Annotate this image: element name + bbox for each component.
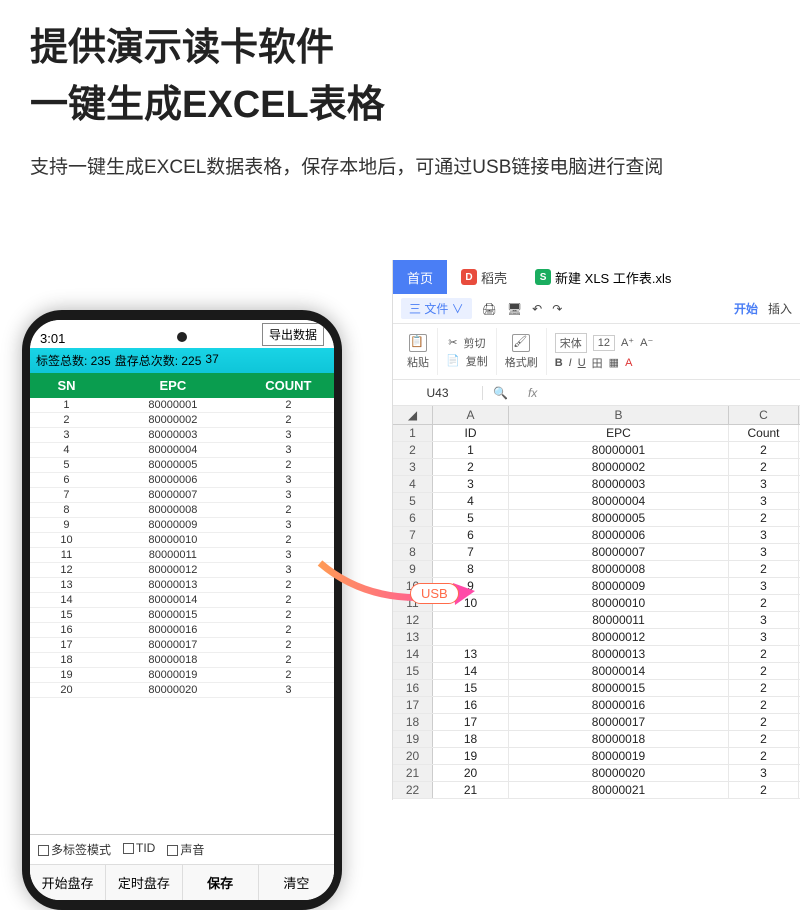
save-button[interactable]: 保存 bbox=[183, 865, 259, 900]
summary-bar: 标签总数: 235 盘存总次数: 225 37 bbox=[30, 348, 334, 373]
increase-font-icon[interactable]: A⁺ bbox=[621, 336, 634, 349]
grid-row: 65800000052 bbox=[393, 510, 800, 527]
options-row: 多标签模式 TID 声音 bbox=[30, 835, 334, 864]
multi-tag-checkbox[interactable]: 多标签模式 bbox=[38, 841, 111, 858]
sheet-icon: S bbox=[535, 269, 551, 285]
sound-checkbox[interactable]: 声音 bbox=[167, 841, 204, 858]
table-row: 15800000152 bbox=[30, 608, 334, 623]
cut-icon[interactable]: ✂ bbox=[448, 336, 457, 349]
docer-icon: D bbox=[461, 269, 477, 285]
decrease-font-icon[interactable]: A⁻ bbox=[640, 336, 653, 349]
italic-button[interactable]: I bbox=[569, 357, 572, 369]
fill-color-icon[interactable]: ▦ bbox=[609, 356, 619, 369]
redo-icon[interactable]: ↷ bbox=[552, 302, 562, 316]
border-icon[interactable]: 田 bbox=[592, 355, 603, 371]
start-button[interactable]: 开始盘存 bbox=[30, 865, 106, 900]
table-row: 13800000132 bbox=[30, 578, 334, 593]
grid-row: 2221800000212 bbox=[393, 782, 800, 799]
grid-row: 1918800000182 bbox=[393, 731, 800, 748]
col-header-a[interactable]: A bbox=[433, 406, 509, 424]
export-button[interactable]: 导出数据 bbox=[262, 323, 324, 346]
underline-button[interactable]: U bbox=[578, 357, 586, 369]
ribbon-start[interactable]: 开始 bbox=[734, 300, 758, 317]
font-select[interactable]: 宋体 bbox=[555, 333, 587, 353]
table-row: 20800000203 bbox=[30, 683, 334, 698]
format-painter-icon[interactable]: 🖌 bbox=[512, 334, 530, 352]
bold-button[interactable]: B bbox=[555, 357, 563, 369]
grid-row: 1716800000162 bbox=[393, 697, 800, 714]
copy-icon[interactable]: 📄 bbox=[446, 354, 460, 367]
usb-badge: USB bbox=[410, 583, 459, 604]
table-row: 6800000063 bbox=[30, 473, 334, 488]
fx-label[interactable]: fx bbox=[518, 386, 547, 400]
table-row: 5800000052 bbox=[30, 458, 334, 473]
table-row: 12800000123 bbox=[30, 563, 334, 578]
table-row: 9800000093 bbox=[30, 518, 334, 533]
ribbon-insert[interactable]: 插入 bbox=[768, 300, 792, 317]
grid-row: 54800000043 bbox=[393, 493, 800, 510]
grid-row: 2019800000192 bbox=[393, 748, 800, 765]
grid-row: 21800000012 bbox=[393, 442, 800, 459]
grid-row: 76800000063 bbox=[393, 527, 800, 544]
tab-docer[interactable]: D稻壳 bbox=[447, 260, 521, 294]
grid-row: 1615800000152 bbox=[393, 680, 800, 697]
table-row: 7800000073 bbox=[30, 488, 334, 503]
table-row: 4800000043 bbox=[30, 443, 334, 458]
tid-checkbox[interactable]: TID bbox=[123, 841, 155, 858]
toolbar-icon[interactable]: 🖨 bbox=[482, 302, 497, 316]
paste-icon[interactable]: 📋 bbox=[409, 334, 427, 352]
grid-row: 1413800000132 bbox=[393, 646, 800, 663]
page-title: 提供演示读卡软件 一键生成EXCEL表格 bbox=[30, 20, 770, 134]
table-row: 19800000192 bbox=[30, 668, 334, 683]
excel-window: 首页 D稻壳 S新建 XLS 工作表.xls 三 文件 ∨ 🖨 🖥 ↶ ↷ 开始… bbox=[392, 260, 800, 800]
col-header-b[interactable]: B bbox=[509, 406, 729, 424]
grid-row: 98800000082 bbox=[393, 561, 800, 578]
grid-row: 12800000113 bbox=[393, 612, 800, 629]
grid-row: 13800000123 bbox=[393, 629, 800, 646]
table-row: 18800000182 bbox=[30, 653, 334, 668]
title-row: 1 ID EPC Count bbox=[393, 425, 800, 442]
table-row: 11800000113 bbox=[30, 548, 334, 563]
camera-dot bbox=[177, 332, 187, 342]
table-row: 3800000033 bbox=[30, 428, 334, 443]
clock: 3:01 bbox=[40, 331, 65, 346]
tab-home[interactable]: 首页 bbox=[393, 260, 447, 294]
grid-row: 87800000073 bbox=[393, 544, 800, 561]
cell-reference[interactable]: U43 bbox=[393, 386, 483, 400]
size-select[interactable]: 12 bbox=[593, 335, 615, 351]
grid-row: 2120800000203 bbox=[393, 765, 800, 782]
col-header-c[interactable]: C bbox=[729, 406, 799, 424]
table-row: 14800000142 bbox=[30, 593, 334, 608]
table-header: SN EPC COUNT bbox=[30, 373, 334, 398]
table-row: 8800000082 bbox=[30, 503, 334, 518]
table-row: 2800000022 bbox=[30, 413, 334, 428]
toolbar-icon[interactable]: 🖥 bbox=[507, 302, 522, 316]
page-description: 支持一键生成EXCEL数据表格，保存本地后，可通过USB链接电脑进行查阅 bbox=[30, 152, 770, 184]
font-color-icon[interactable]: A bbox=[625, 357, 632, 369]
undo-icon[interactable]: ↶ bbox=[532, 302, 542, 316]
column-headers: ◢ A B C bbox=[393, 406, 800, 425]
grid-row: 43800000033 bbox=[393, 476, 800, 493]
clear-button[interactable]: 清空 bbox=[259, 865, 334, 900]
grid-row: 1817800000172 bbox=[393, 714, 800, 731]
search-icon[interactable]: 🔍 bbox=[483, 386, 518, 400]
table-row: 1800000012 bbox=[30, 398, 334, 413]
grid-row: 32800000022 bbox=[393, 459, 800, 476]
table-row: 16800000162 bbox=[30, 623, 334, 638]
table-row: 10800000102 bbox=[30, 533, 334, 548]
corner-cell[interactable]: ◢ bbox=[393, 406, 433, 424]
timed-button[interactable]: 定时盘存 bbox=[106, 865, 182, 900]
table-row: 17800000172 bbox=[30, 638, 334, 653]
grid-row: 1514800000142 bbox=[393, 663, 800, 680]
handheld-device: 3:01 导出数据 标签总数: 235 盘存总次数: 225 37 SN EPC… bbox=[22, 310, 342, 910]
file-menu[interactable]: 三 文件 ∨ bbox=[401, 298, 472, 319]
tab-file[interactable]: S新建 XLS 工作表.xls bbox=[521, 260, 685, 294]
